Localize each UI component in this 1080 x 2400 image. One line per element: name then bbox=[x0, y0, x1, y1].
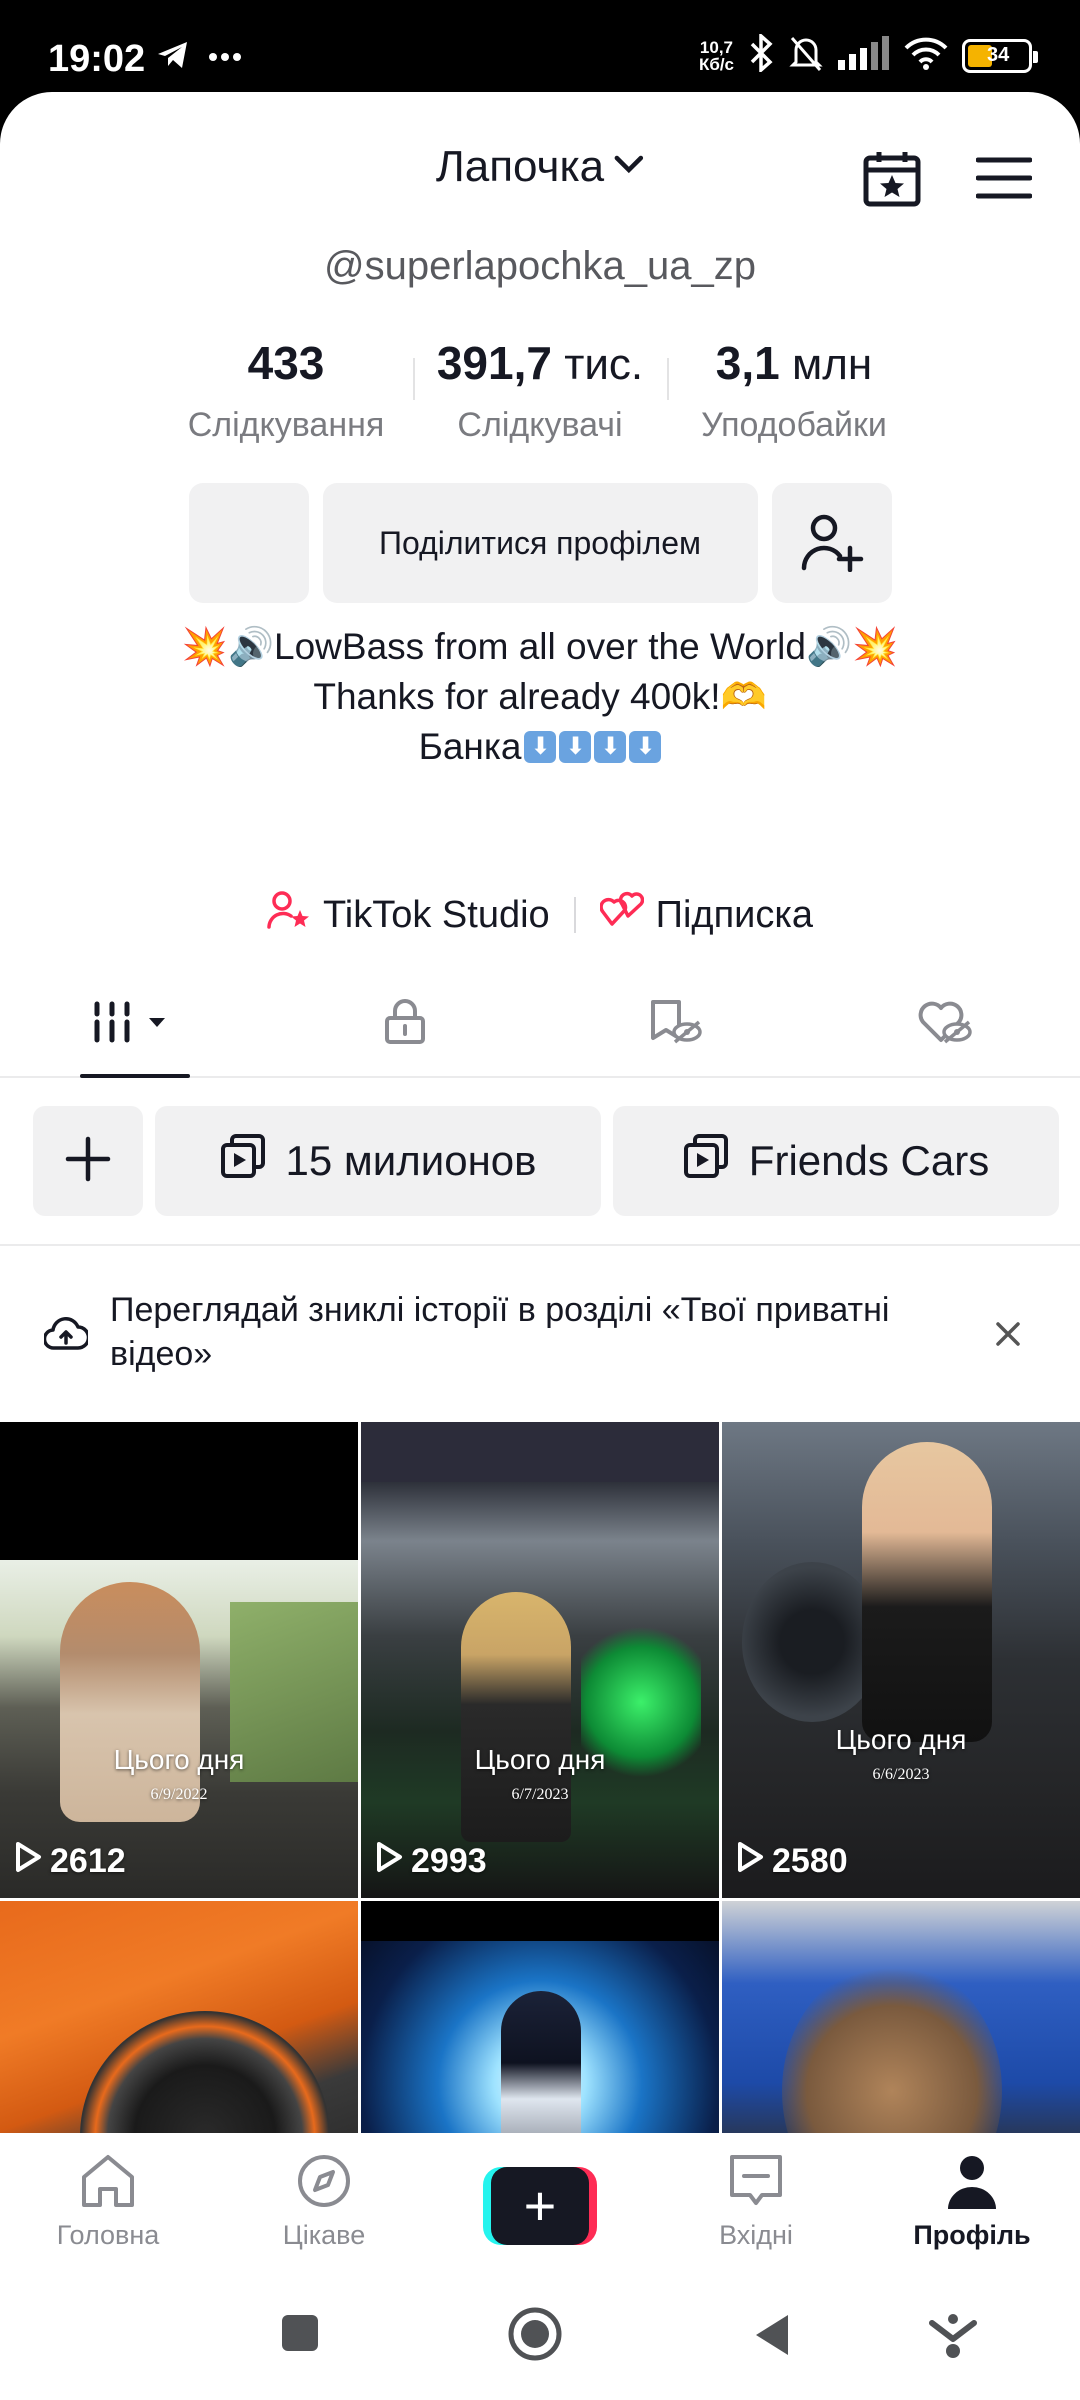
battery-level: 34 bbox=[987, 44, 1010, 66]
create-plus-icon: + bbox=[483, 2167, 597, 2245]
bottom-nav: Головна Цікаве + Вхідні Профіль bbox=[0, 2133, 1080, 2273]
home-button-icon[interactable] bbox=[508, 2307, 562, 2366]
link-divider bbox=[573, 897, 576, 933]
chevron-down-icon bbox=[614, 154, 644, 181]
more-dots-icon bbox=[208, 49, 242, 67]
tab-private[interactable] bbox=[270, 972, 540, 1076]
down-arrow-emoji bbox=[629, 731, 662, 763]
close-icon[interactable] bbox=[986, 1312, 1030, 1356]
plus-icon bbox=[65, 1136, 111, 1187]
video-grid: Цього дня 6/9/2022 2612 Цього дня 6/7/20… bbox=[0, 1422, 1080, 2231]
banner-text: Переглядай зниклі історії в розділі «Тво… bbox=[110, 1291, 890, 1373]
recent-apps-icon[interactable] bbox=[280, 2313, 320, 2358]
tiktok-studio-link[interactable]: TikTok Studio bbox=[267, 890, 550, 940]
bio-line-1: 💥🔊LowBass from all over the World🔊💥 bbox=[181, 626, 899, 667]
playlist-button[interactable]: 15 милионов bbox=[155, 1106, 601, 1216]
down-arrow-emoji bbox=[524, 731, 557, 763]
stat-followers[interactable]: 391,7 тис. Слідкувачі bbox=[413, 336, 667, 445]
profile-header: Лапочка bbox=[0, 142, 1080, 212]
play-icon bbox=[14, 1841, 42, 1882]
hearts-icon bbox=[599, 890, 644, 940]
profile-links: TikTok Studio Підписка bbox=[0, 890, 1080, 940]
bluetooth-icon bbox=[748, 32, 774, 77]
bio-line-2: Thanks for already 400k!🫶 bbox=[313, 676, 767, 717]
home-icon bbox=[78, 2153, 138, 2214]
nav-discover[interactable]: Цікаве bbox=[216, 2133, 432, 2273]
nav-inbox[interactable]: Вхідні bbox=[648, 2133, 864, 2273]
status-time: 19:02 bbox=[48, 38, 146, 80]
profile-actions: Поділитися профілем bbox=[0, 483, 1080, 603]
view-count: 2580 bbox=[736, 1841, 848, 1882]
playlist-icon bbox=[683, 1133, 729, 1189]
add-person-icon bbox=[800, 512, 864, 575]
content-tabs bbox=[0, 972, 1080, 1078]
cloud-upload-icon bbox=[42, 1314, 91, 1359]
liked-hidden-icon bbox=[917, 998, 973, 1051]
play-icon bbox=[736, 1841, 764, 1882]
video-thumbnail[interactable]: Цього дня 6/9/2022 2612 bbox=[0, 1422, 358, 1898]
view-count: 2993 bbox=[375, 1841, 487, 1882]
stat-following[interactable]: 433 Слідкування bbox=[159, 336, 413, 445]
saved-icon bbox=[647, 998, 703, 1051]
calendar-star-icon[interactable] bbox=[860, 146, 924, 210]
view-count: 2612 bbox=[14, 1841, 126, 1882]
profile-bio: 💥🔊LowBass from all over the World🔊💥 Than… bbox=[0, 622, 1080, 772]
wifi-icon bbox=[904, 36, 948, 75]
profile-name: Лапочка bbox=[435, 142, 605, 191]
video-thumbnail[interactable]: Цього дня 6/6/2023 2580 bbox=[722, 1422, 1080, 1898]
add-friend-button[interactable] bbox=[771, 483, 892, 603]
tab-saved[interactable] bbox=[540, 972, 810, 1076]
username: @superlapochka_ua_zp bbox=[323, 244, 756, 288]
play-icon bbox=[375, 1841, 403, 1882]
battery-icon: 34 bbox=[962, 38, 1038, 73]
edit-profile-button[interactable] bbox=[188, 483, 309, 603]
status-right-icons: 10,7 Кб/с 34 bbox=[698, 32, 1038, 77]
lock-icon bbox=[381, 998, 429, 1051]
profile-stats: 433 Слідкування 391,7 тис. Слідкувачі 3,… bbox=[0, 336, 1080, 445]
nav-create[interactable]: + bbox=[432, 2133, 648, 2273]
stories-banner[interactable]: Переглядай зниклі історії в розділі «Тво… bbox=[0, 1288, 1080, 1378]
net-speed: 10,7 Кб/с bbox=[698, 37, 734, 74]
tab-videos[interactable] bbox=[0, 972, 270, 1078]
signal-icon bbox=[838, 36, 890, 75]
profile-sheet: Лапочка @superlapochka_ua_zp 433 Слідкув… bbox=[0, 92, 1080, 2400]
assistant-icon[interactable] bbox=[928, 2313, 978, 2366]
tab-liked[interactable] bbox=[810, 972, 1080, 1076]
bell-off-icon bbox=[788, 34, 824, 77]
bio-line-3: Банка bbox=[0, 722, 1080, 772]
system-nav-bar bbox=[0, 2273, 1080, 2400]
status-bar: 19:02 10,7 Кб/с 34 bbox=[0, 0, 1080, 95]
playlists-row: 15 милионов Friends Cars bbox=[0, 1106, 1080, 1216]
status-left-icons bbox=[156, 40, 242, 75]
profile-icon bbox=[942, 2153, 1002, 2214]
nav-home[interactable]: Головна bbox=[0, 2133, 216, 2273]
telegram-icon bbox=[156, 40, 190, 75]
subscription-link[interactable]: Підписка bbox=[599, 890, 813, 940]
down-arrow-emoji bbox=[559, 731, 592, 763]
back-icon[interactable] bbox=[752, 2313, 792, 2362]
playlist-button[interactable]: Friends Cars bbox=[613, 1106, 1059, 1216]
divider bbox=[0, 1244, 1080, 1246]
share-profile-button[interactable]: Поділитися профілем bbox=[322, 483, 758, 603]
account-switcher[interactable]: Лапочка bbox=[436, 142, 644, 192]
videos-grid-icon bbox=[91, 1000, 179, 1049]
inbox-icon bbox=[726, 2153, 786, 2214]
person-star-icon bbox=[267, 890, 311, 940]
stat-likes[interactable]: 3,1 млн Уподобайки bbox=[667, 336, 921, 445]
down-arrow-emoji bbox=[594, 731, 627, 763]
nav-profile[interactable]: Профіль bbox=[864, 2133, 1080, 2273]
video-thumbnail[interactable]: Цього дня 6/7/2023 2993 bbox=[361, 1422, 719, 1898]
playlist-icon bbox=[220, 1133, 266, 1189]
add-playlist-button[interactable] bbox=[33, 1106, 143, 1216]
menu-icon[interactable] bbox=[972, 146, 1036, 210]
compass-icon bbox=[294, 2153, 354, 2214]
